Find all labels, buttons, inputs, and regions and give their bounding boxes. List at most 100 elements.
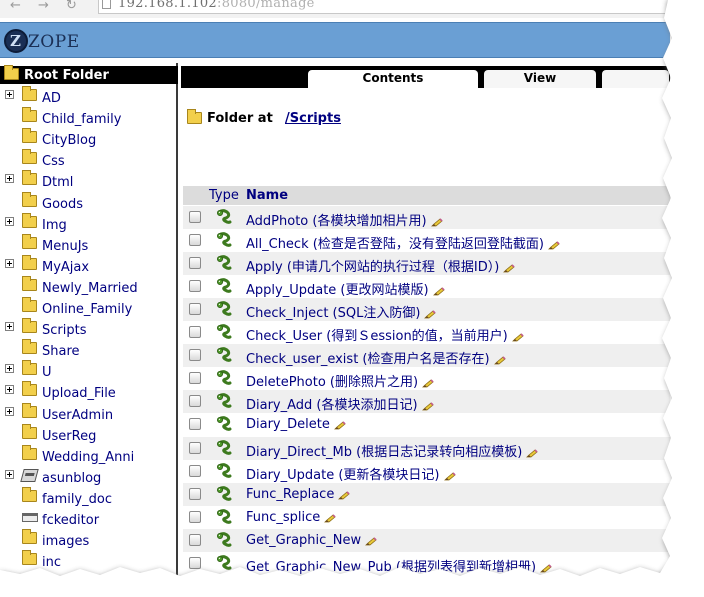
- python-script-icon[interactable]: [216, 508, 232, 525]
- script-name[interactable]: Func_splice: [246, 510, 320, 525]
- script-name-link[interactable]: Check_Inject (SQL注入防御): [246, 302, 437, 321]
- tree-item[interactable]: fckeditor: [0, 509, 178, 530]
- python-script-icon[interactable]: [216, 209, 232, 225]
- script-name[interactable]: Func_Replace: [246, 487, 334, 502]
- tree-item[interactable]: Child_family: [0, 107, 178, 129]
- tree-item[interactable]: Wedding_Anni: [0, 444, 178, 467]
- tree-item[interactable]: images: [0, 529, 178, 551]
- script-name-link[interactable]: Diary_Delete: [246, 417, 346, 432]
- tree-item-label[interactable]: Scripts: [42, 323, 86, 338]
- tree-item-label[interactable]: family_doc: [42, 492, 112, 507]
- row-checkbox[interactable]: [189, 257, 201, 270]
- expand-plus-icon[interactable]: [5, 469, 14, 479]
- reload-icon[interactable]: ↻: [66, 0, 77, 12]
- row-checkbox[interactable]: [189, 395, 201, 408]
- row-checkbox[interactable]: [189, 280, 201, 293]
- python-script-icon[interactable]: [216, 485, 232, 502]
- tree-item-label[interactable]: Img: [42, 218, 67, 233]
- row-checkbox[interactable]: [189, 418, 201, 431]
- tree-root-folder[interactable]: Root Folder: [0, 65, 178, 84]
- tree-item[interactable]: Online_Family: [0, 297, 178, 319]
- script-name-link[interactable]: Func_Replace: [246, 487, 350, 502]
- python-script-icon[interactable]: [216, 370, 232, 386]
- row-checkbox[interactable]: [189, 211, 201, 223]
- tree-item-label[interactable]: AD: [42, 91, 61, 106]
- script-name[interactable]: DeletePhoto: [246, 375, 326, 390]
- tree-item[interactable]: CityBlog: [0, 128, 178, 150]
- tab-more[interactable]: [601, 69, 670, 88]
- python-script-icon[interactable]: [216, 255, 232, 271]
- tree-item-label[interactable]: U: [42, 365, 52, 380]
- tree-item-label[interactable]: Dtml: [42, 175, 73, 190]
- location-path-link[interactable]: /Scripts: [285, 111, 341, 126]
- script-name[interactable]: Diary_Direct_Mb: [246, 445, 352, 460]
- python-script-icon[interactable]: [216, 347, 232, 363]
- expand-plus-icon[interactable]: [5, 174, 14, 184]
- tree-item[interactable]: Img: [0, 212, 178, 235]
- script-name-link[interactable]: Func_splice: [246, 510, 336, 525]
- tree-item[interactable]: Newly_Married: [0, 275, 178, 298]
- script-name[interactable]: Diary_Delete: [246, 417, 330, 432]
- script-name[interactable]: All_Check: [246, 237, 309, 252]
- row-checkbox[interactable]: [189, 349, 201, 362]
- script-name[interactable]: Diary_Update: [246, 468, 334, 483]
- tab-view[interactable]: View: [483, 69, 597, 88]
- script-name[interactable]: Apply_Update: [246, 283, 336, 298]
- tree-item[interactable]: inc: [0, 550, 178, 572]
- row-checkbox[interactable]: [189, 326, 201, 339]
- tree-item[interactable]: Dtml: [0, 170, 178, 192]
- script-name-link[interactable]: Diary_Add (各模块添加日记): [246, 394, 434, 413]
- row-checkbox[interactable]: [189, 533, 201, 546]
- row-checkbox[interactable]: [189, 556, 201, 569]
- script-name-link[interactable]: Diary_Update (更新各模块日记): [246, 464, 456, 483]
- header-name[interactable]: Name: [246, 188, 288, 203]
- tree-item-label[interactable]: MenuJs: [42, 239, 88, 254]
- script-name-link[interactable]: All_Check (检查是否登陆，没有登陆返回登陆截面): [246, 233, 560, 252]
- script-name-link[interactable]: Check_User (得到Ｓession的值，当前用户): [246, 325, 524, 344]
- script-name[interactable]: Check_Inject: [246, 306, 328, 321]
- tree-item[interactable]: Scripts: [0, 318, 178, 340]
- script-name[interactable]: Get_Graphic_New: [246, 533, 361, 548]
- tree-item[interactable]: asunblog: [0, 467, 178, 488]
- arrow-left-icon[interactable]: ←: [10, 0, 21, 12]
- script-name[interactable]: Apply: [246, 260, 283, 275]
- tree-item[interactable]: MyAjax: [0, 254, 178, 277]
- python-script-icon[interactable]: [216, 439, 232, 456]
- expand-plus-icon[interactable]: [5, 216, 14, 226]
- python-script-icon[interactable]: [216, 324, 232, 340]
- tree-item-label[interactable]: Newly_Married: [42, 281, 138, 296]
- expand-plus-icon[interactable]: [5, 322, 14, 332]
- tree-item-label[interactable]: Child_family: [42, 112, 121, 127]
- python-script-icon[interactable]: [216, 462, 232, 479]
- row-checkbox[interactable]: [189, 372, 201, 385]
- row-checkbox[interactable]: [189, 441, 201, 454]
- script-name[interactable]: Check_User: [246, 329, 322, 344]
- tree-item[interactable]: U: [0, 360, 178, 382]
- python-script-icon[interactable]: [216, 393, 232, 409]
- url-text[interactable]: 192.168.1.102:8080/manage: [118, 0, 315, 11]
- expand-plus-icon[interactable]: [5, 258, 14, 268]
- tree-item[interactable]: Upload_File: [0, 381, 178, 403]
- tree-item-label[interactable]: asunblog: [42, 471, 101, 486]
- python-script-icon[interactable]: [216, 554, 232, 571]
- python-script-icon[interactable]: [216, 531, 232, 548]
- tree-item-label[interactable]: UserReg: [42, 429, 96, 444]
- script-name-link[interactable]: Get_Graphic_New: [246, 533, 377, 548]
- tree-item-label[interactable]: Upload_File: [42, 386, 116, 401]
- tree-item[interactable]: Share: [0, 339, 178, 361]
- tab-contents[interactable]: Contents: [307, 69, 479, 88]
- header-type[interactable]: Type: [209, 188, 239, 203]
- tree-item[interactable]: Css: [0, 149, 178, 171]
- python-script-icon[interactable]: [216, 232, 232, 248]
- script-name[interactable]: Diary_Add: [246, 398, 312, 413]
- tree-item-label[interactable]: Goods: [42, 197, 83, 212]
- tree-item-label[interactable]: UserAdmin: [42, 408, 113, 423]
- python-script-icon[interactable]: [216, 301, 232, 317]
- script-name-link[interactable]: AddPhoto (各模块增加相片用): [246, 210, 443, 229]
- script-name-link[interactable]: DeletePhoto (删除照片之用): [246, 371, 434, 390]
- tree-item-label[interactable]: Css: [42, 154, 65, 169]
- row-checkbox[interactable]: [189, 303, 201, 316]
- expand-plus-icon[interactable]: [5, 90, 14, 99]
- script-name-link[interactable]: Check_user_exist (检查用户名是否存在): [246, 348, 506, 367]
- script-name-link[interactable]: Apply_Update (更改网站模版): [246, 279, 445, 298]
